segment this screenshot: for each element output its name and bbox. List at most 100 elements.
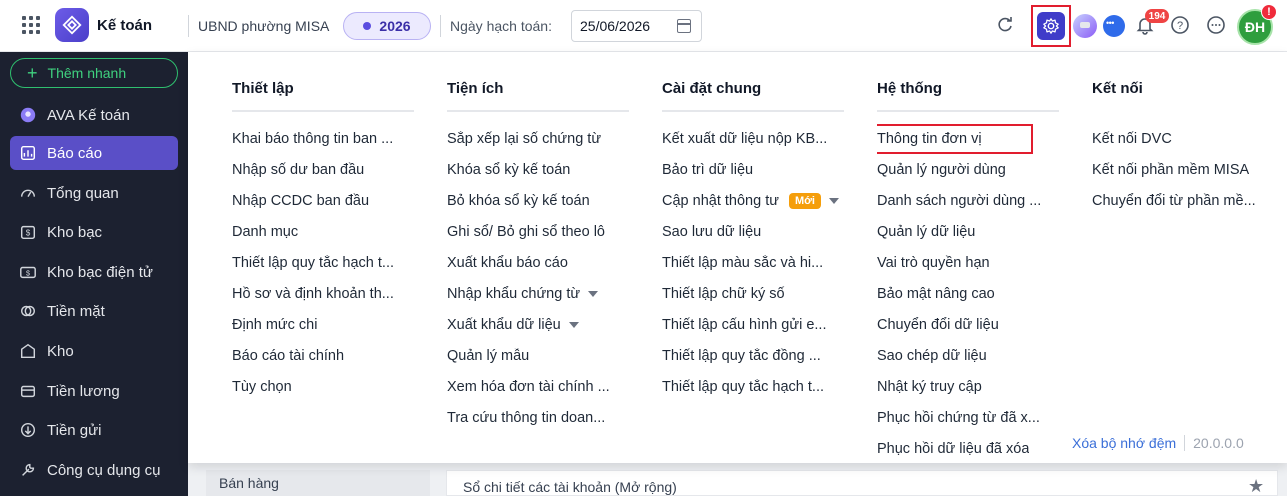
menu-item-label: Thiết lập quy tắc đồng ...: [662, 347, 821, 364]
menu-item-label: Hồ sơ và định khoản th...: [232, 285, 394, 302]
menu-item-label: Thiết lập màu sắc và hi...: [662, 254, 824, 271]
chevron-down-icon[interactable]: [568, 321, 579, 328]
help-icon[interactable]: ?: [1169, 14, 1191, 36]
app-logo[interactable]: [55, 8, 89, 42]
menu-item-label: Khai báo thông tin ban ...: [232, 130, 394, 147]
quick-add-button[interactable]: + Thêm nhanh: [10, 58, 178, 88]
menu-item[interactable]: Ghi sổ/ Bỏ ghi sổ theo lô: [447, 216, 629, 247]
star-icon[interactable]: ★: [1248, 476, 1264, 496]
refresh-icon[interactable]: [994, 14, 1016, 36]
sidebar-item-label: Kho: [47, 342, 74, 360]
menu-item[interactable]: Khai báo thông tin ban ...: [232, 123, 414, 154]
sidebar-item-kho[interactable]: Kho: [10, 334, 178, 368]
e-treasury-icon: $: [18, 262, 38, 282]
posting-date-field[interactable]: 25/06/2026: [571, 10, 702, 42]
alert-icon: !: [1261, 4, 1277, 20]
ai-assistant-icon[interactable]: [1073, 14, 1097, 38]
sidebar-item-kho-bac[interactable]: $ Kho bạc: [10, 215, 178, 249]
salary-icon: [18, 381, 38, 401]
menu-item[interactable]: Báo cáo tài chính: [232, 340, 414, 371]
menu-item-label: Nhập CCDC ban đầu: [232, 192, 370, 209]
menu-item[interactable]: Kết nối DVC: [1092, 123, 1274, 154]
menu-item[interactable]: Bỏ khóa sổ kỳ kế toán: [447, 185, 629, 216]
warehouse-icon: [18, 341, 38, 361]
menu-item[interactable]: Kết nối phần mềm MISA: [1092, 154, 1274, 185]
divider: [188, 15, 189, 37]
menu-item[interactable]: Thiết lập cấu hình gửi e...: [662, 309, 844, 340]
menu-item[interactable]: Danh mục: [232, 216, 414, 247]
menu-item[interactable]: Nhập khẩu chứng từ: [447, 278, 629, 309]
sidebar-item-tien-luong[interactable]: Tiền lương: [10, 374, 178, 408]
calendar-icon[interactable]: [677, 19, 691, 33]
menu-item-label: Định mức chi: [232, 316, 318, 333]
menu-item[interactable]: Thiết lập quy tắc đồng ...: [662, 340, 844, 371]
more-options-icon[interactable]: [1205, 14, 1227, 36]
treasury-icon: $: [18, 222, 38, 242]
menu-item[interactable]: Nhật ký truy cập: [877, 371, 1059, 402]
menu-item-thong-tin-don-vi[interactable]: Thông tin đơn vị: [877, 123, 1059, 154]
menu-item-label: Vai trò quyền hạn: [877, 254, 990, 271]
app-grid-icon[interactable]: [22, 16, 40, 34]
menu-item[interactable]: Khóa sổ kỳ kế toán: [447, 154, 629, 185]
menu-item[interactable]: Tra cứu thông tin doan...: [447, 402, 629, 433]
menu-item[interactable]: Sao lưu dữ liệu: [662, 216, 844, 247]
menu-column-tien-ich: Tiện ích Sắp xếp lại số chứng từ Khóa sổ…: [447, 80, 629, 433]
settings-menu-panel: Thiết lập Khai báo thông tin ban ... Nhậ…: [188, 52, 1287, 463]
menu-item[interactable]: Thiết lập màu sắc và hi...: [662, 247, 844, 278]
menu-item[interactable]: Bảo trì dữ liệu: [662, 154, 844, 185]
sidebar-item-cong-cu-dung-cu[interactable]: Công cụ dụng cụ: [10, 453, 178, 487]
sidebar-item-ava[interactable]: AVA Kế toán: [10, 98, 178, 132]
chat-icon[interactable]: [1103, 15, 1125, 37]
menu-item-label: Sắp xếp lại số chứng từ: [447, 130, 602, 147]
menu-item[interactable]: Thiết lập quy tắc hạch t...: [662, 371, 844, 402]
unit-name[interactable]: UBND phường MISA: [198, 18, 329, 34]
menu-item[interactable]: Kết xuất dữ liệu nộp KB...: [662, 123, 844, 154]
sidebar-item-tien-mat[interactable]: Tiền mặt: [10, 294, 178, 328]
menu-item[interactable]: Tùy chọn: [232, 371, 414, 402]
sidebar-item-tien-gui[interactable]: Tiền gửi: [10, 413, 178, 447]
menu-item[interactable]: Sao chép dữ liệu: [877, 340, 1059, 371]
menu-item[interactable]: Bảo mật nâng cao: [877, 278, 1059, 309]
chevron-down-icon[interactable]: [588, 290, 599, 297]
menu-item-label: Thông tin đơn vị: [877, 130, 982, 147]
menu-item[interactable]: Nhập số dư ban đầu: [232, 154, 414, 185]
menu-item[interactable]: Thiết lập chữ ký số: [662, 278, 844, 309]
quick-add-label: Thêm nhanh: [47, 65, 127, 81]
menu-item[interactable]: Quản lý dữ liệu: [877, 216, 1059, 247]
menu-item[interactable]: Phục hồi chứng từ đã x...: [877, 402, 1059, 433]
menu-item[interactable]: Thiết lập quy tắc hạch t...: [232, 247, 414, 278]
menu-column-he-thong: Hệ thống Thông tin đơn vị Quản lý người …: [877, 80, 1059, 464]
sidebar-item-tong-quan[interactable]: Tổng quan: [10, 176, 178, 210]
menu-item-label: Xuất khẩu dữ liệu: [447, 316, 561, 333]
menu-item[interactable]: Xuất khẩu dữ liệu: [447, 309, 629, 340]
column-heading: Thiết lập: [232, 80, 414, 112]
menu-item[interactable]: Cập nhật thông tư Mới: [662, 185, 844, 216]
menu-item[interactable]: Chuyển đổi từ phần mề...: [1092, 185, 1274, 216]
menu-item[interactable]: Xuất khẩu báo cáo: [447, 247, 629, 278]
menu-item[interactable]: Quản lý người dùng: [877, 154, 1059, 185]
sidebar-item-kho-bac-dien-tu[interactable]: $ Kho bạc điện tử: [10, 255, 178, 289]
new-badge: Mới: [788, 192, 821, 209]
clear-cache-link[interactable]: Xóa bộ nhớ đệm: [1072, 435, 1176, 451]
column-heading: Cài đặt chung: [662, 80, 844, 112]
chevron-down-icon[interactable]: [828, 197, 839, 204]
menu-item[interactable]: Hồ sơ và định khoản th...: [232, 278, 414, 309]
menu-item-label: Báo cáo tài chính: [232, 347, 345, 364]
menu-item[interactable]: Nhập CCDC ban đầu: [232, 185, 414, 216]
divider: [1184, 435, 1186, 451]
version-label: 20.0.0.0: [1193, 435, 1244, 451]
menu-item[interactable]: Vai trò quyền hạn: [877, 247, 1059, 278]
menu-item[interactable]: Phục hồi dữ liệu đã xóa: [877, 433, 1059, 464]
menu-item[interactable]: Xem hóa đơn tài chính ...: [447, 371, 629, 402]
svg-text:$: $: [26, 229, 31, 238]
menu-item[interactable]: Quản lý mẫu: [447, 340, 629, 371]
menu-item[interactable]: Định mức chi: [232, 309, 414, 340]
menu-item-label: Tùy chọn: [232, 378, 292, 395]
menu-item[interactable]: Danh sách người dùng ...: [877, 185, 1059, 216]
menu-item[interactable]: Sắp xếp lại số chứng từ: [447, 123, 629, 154]
svg-text:?: ?: [1177, 20, 1183, 32]
sidebar-item-bao-cao[interactable]: Báo cáo: [10, 136, 178, 170]
menu-item[interactable]: Chuyển đổi dữ liệu: [877, 309, 1059, 340]
settings-button[interactable]: [1031, 5, 1071, 47]
year-selector[interactable]: 2026: [343, 12, 431, 40]
